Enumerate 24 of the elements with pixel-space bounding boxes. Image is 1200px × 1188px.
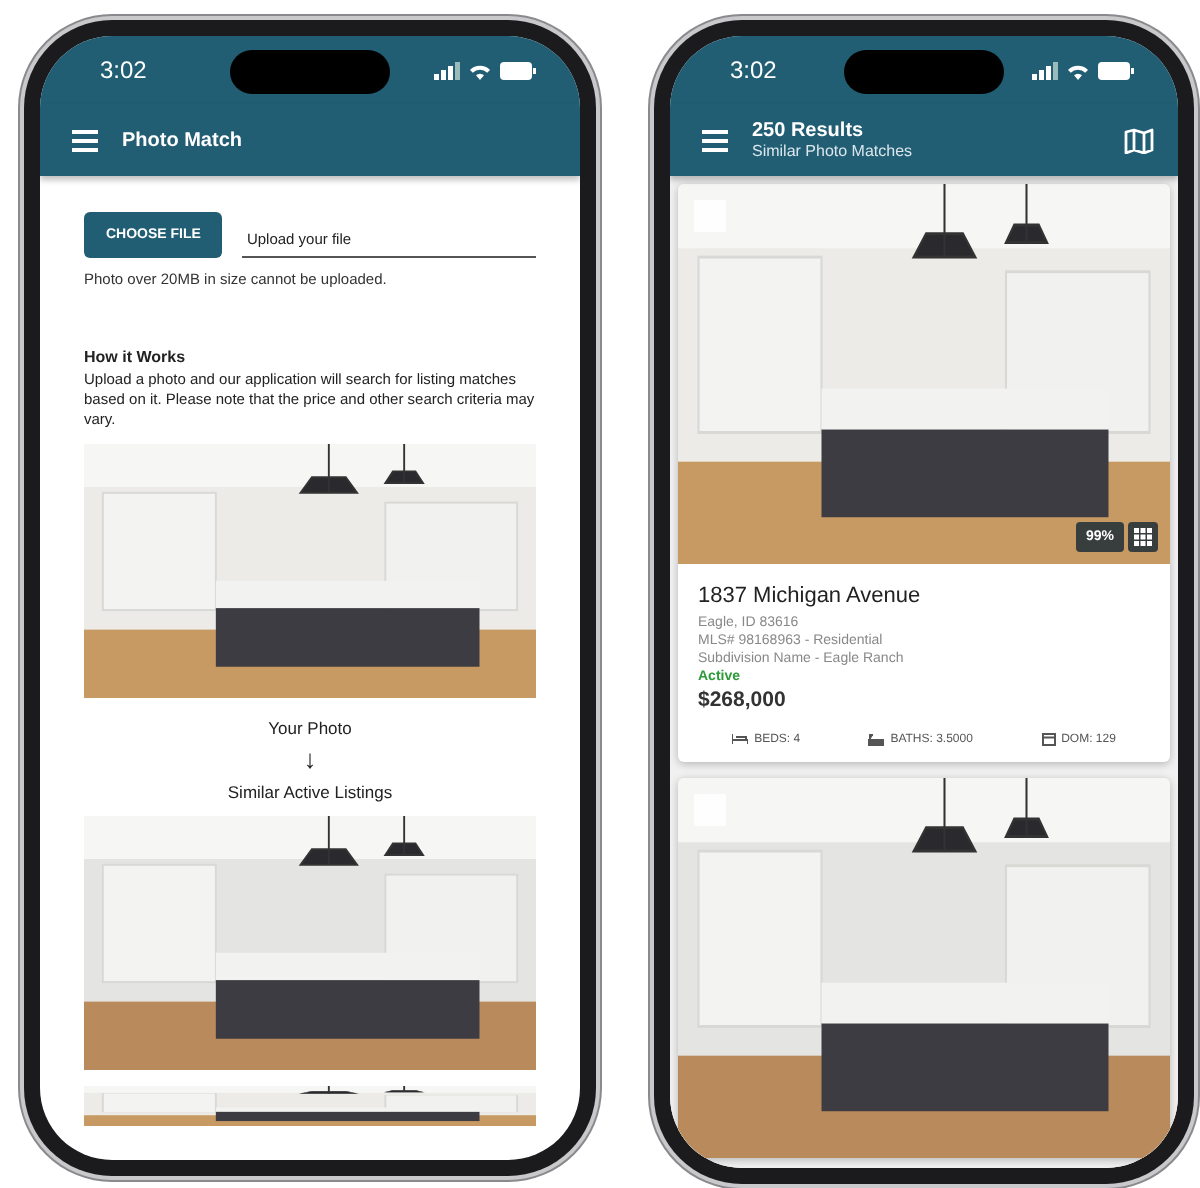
map-icon[interactable]	[1124, 127, 1154, 153]
app-bar-title: 250 Results	[752, 120, 866, 142]
wifi-icon	[1066, 61, 1090, 79]
listing-address[interactable]: 1837 Michigan Avenue	[698, 584, 1150, 608]
battery-icon	[1098, 61, 1134, 79]
menu-icon[interactable]	[72, 129, 98, 151]
listings-caption: Similar Active Listings	[225, 782, 395, 803]
bathtub-icon	[868, 733, 885, 745]
wifi-icon	[468, 61, 492, 79]
down-arrow: ↓	[303, 744, 317, 775]
menu-icon[interactable]	[702, 129, 728, 151]
listing-price: $268,000	[698, 688, 788, 712]
app-bar-subtitle: Similar Photo Matches	[752, 142, 915, 160]
status-time: 3:02	[730, 56, 777, 84]
signal-icon	[434, 61, 460, 79]
app-bar-title: Photo Match	[122, 129, 244, 151]
photo-caption: Your Photo	[266, 718, 354, 739]
section-heading: How it Works	[84, 348, 188, 366]
signal-icon	[1032, 61, 1058, 79]
battery-icon	[500, 61, 536, 79]
calendar-icon	[1041, 732, 1056, 746]
status-time: 3:02	[100, 56, 147, 84]
grid-icon[interactable]	[1128, 522, 1158, 552]
bed-icon	[732, 734, 749, 744]
